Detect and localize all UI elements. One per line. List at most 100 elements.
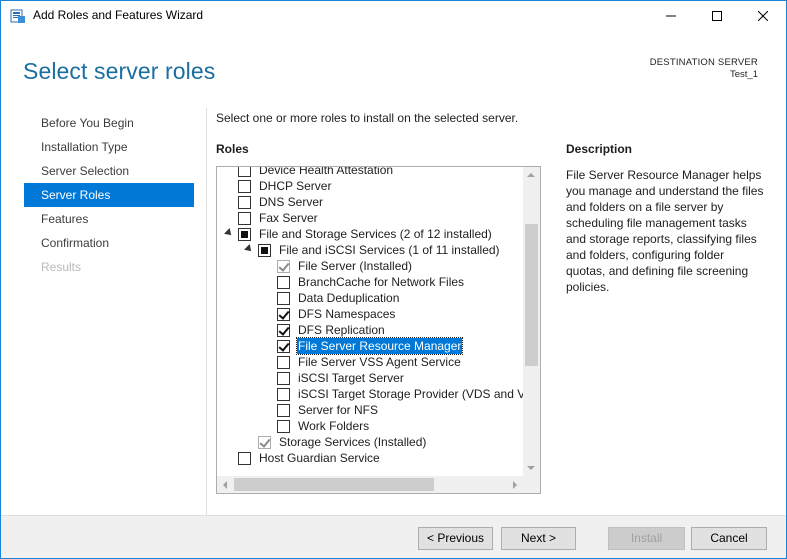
role-label: iSCSI Target Storage Provider (VDS and V… [298, 387, 523, 401]
role-checkbox[interactable] [277, 308, 290, 321]
maximize-button[interactable] [694, 1, 740, 31]
role-label: iSCSI Target Server [298, 371, 404, 385]
window-title: Add Roles and Features Wizard [33, 8, 204, 22]
description-heading: Description [566, 142, 633, 156]
nav-divider [206, 108, 207, 518]
role-checkbox[interactable] [238, 167, 251, 177]
role-row[interactable]: File Server Resource Manager [217, 337, 523, 355]
nav-item-installation-type[interactable]: Installation Type [24, 135, 194, 159]
role-checkbox[interactable] [277, 356, 290, 369]
role-row[interactable]: Work Folders [217, 418, 523, 434]
minimize-icon [666, 15, 676, 17]
role-checkbox[interactable] [238, 196, 251, 209]
role-row[interactable]: File Server VSS Agent Service [217, 354, 523, 370]
role-row[interactable]: Device Health Attestation [217, 166, 523, 178]
previous-button[interactable]: < Previous [418, 527, 493, 550]
role-checkbox [277, 260, 290, 273]
server-manager-icon [10, 8, 26, 24]
destination-server-value: Test_1 [730, 69, 758, 80]
horizontal-scroll-thumb[interactable] [234, 478, 434, 491]
role-checkbox[interactable] [277, 372, 290, 385]
role-label: File and iSCSI Services (1 of 11 install… [279, 243, 500, 257]
scrollbar-corner [523, 476, 540, 493]
horizontal-scrollbar[interactable] [217, 476, 523, 493]
cancel-button[interactable]: Cancel [691, 527, 767, 550]
role-label: Device Health Attestation [259, 166, 394, 177]
role-checkbox[interactable] [277, 388, 290, 401]
role-label: BranchCache for Network Files [298, 275, 465, 289]
nav-item-results: Results [41, 260, 82, 274]
scroll-up-icon[interactable] [527, 173, 535, 177]
next-button[interactable]: Next > [501, 527, 576, 550]
wizard-header: Select server roles DESTINATION SERVER T… [1, 31, 786, 101]
role-checkbox[interactable] [258, 244, 271, 257]
scroll-down-icon[interactable] [527, 466, 535, 470]
expander-icon[interactable] [224, 228, 234, 238]
role-row[interactable]: File Server (Installed) [217, 258, 523, 274]
vertical-scrollbar[interactable] [523, 167, 540, 476]
description-text: File Server Resource Manager helps you m… [566, 168, 764, 294]
nav-item-server-selection[interactable]: Server Selection [24, 159, 194, 183]
role-checkbox [258, 436, 271, 449]
nav-item-confirmation[interactable]: Confirmation [24, 231, 194, 255]
expander-icon[interactable] [244, 244, 254, 254]
nav-item-features[interactable]: Features [24, 207, 194, 231]
role-row[interactable]: Host Guardian Service [217, 450, 523, 466]
role-row[interactable]: Fax Server [217, 210, 523, 226]
role-row[interactable]: File and Storage Services (2 of 12 insta… [217, 226, 523, 242]
role-row[interactable]: Data Deduplication [217, 290, 523, 306]
role-label: Server for NFS [298, 403, 379, 417]
roles-tree-list: Device Health Attestation DHCP Server DNS … [217, 166, 523, 476]
role-checkbox[interactable] [238, 212, 251, 225]
role-row[interactable]: DHCP Server [217, 178, 523, 194]
role-label: DFS Replication [298, 323, 385, 337]
roles-heading: Roles [216, 142, 249, 156]
role-label: File Server Resource Manager [295, 337, 464, 355]
role-label: Work Folders [298, 419, 370, 433]
wizard-window: Add Roles and Features Wizard Select ser… [0, 0, 787, 559]
destination-server-label: DESTINATION SERVER [649, 57, 758, 68]
role-row[interactable]: File and iSCSI Services (1 of 11 install… [217, 242, 523, 258]
role-checkbox[interactable] [277, 324, 290, 337]
role-row[interactable]: iSCSI Target Storage Provider (VDS and V… [217, 386, 523, 402]
role-label: DFS Namespaces [298, 307, 396, 321]
role-checkbox[interactable] [277, 276, 290, 289]
role-checkbox[interactable] [277, 340, 290, 353]
role-row[interactable]: DFS Replication [217, 322, 523, 338]
roles-tree[interactable]: Device Health Attestation DHCP Server DNS … [216, 166, 541, 494]
title-bar: Add Roles and Features Wizard [1, 1, 786, 31]
role-row[interactable]: Storage Services (Installed) [217, 434, 523, 450]
role-checkbox[interactable] [277, 420, 290, 433]
role-checkbox[interactable] [238, 228, 251, 241]
role-label: Data Deduplication [298, 291, 400, 305]
minimize-button[interactable] [648, 1, 694, 31]
role-row[interactable]: iSCSI Target Server [217, 370, 523, 386]
role-row[interactable]: DFS Namespaces [217, 306, 523, 322]
install-button: Install [608, 527, 685, 550]
role-label: File Server VSS Agent Service [298, 355, 461, 369]
role-label: File and Storage Services (2 of 12 insta… [259, 227, 492, 241]
role-row[interactable]: Server for NFS [217, 402, 523, 418]
wizard-footer: < Previous Next > Install Cancel [1, 515, 786, 558]
role-label: Host Guardian Service [259, 451, 380, 465]
role-row[interactable]: BranchCache for Network Files [217, 274, 523, 290]
role-label: Storage Services (Installed) [279, 435, 427, 449]
scroll-left-icon[interactable] [223, 481, 227, 489]
wizard-nav: Before You Begin Installation Type Serve… [24, 111, 194, 279]
role-label: File Server (Installed) [298, 259, 413, 273]
page-title: Select server roles [23, 58, 216, 84]
role-label: DNS Server [259, 195, 324, 209]
role-checkbox[interactable] [238, 452, 251, 465]
role-row[interactable]: DNS Server [217, 194, 523, 210]
nav-item-server-roles[interactable]: Server Roles [24, 183, 194, 207]
role-checkbox[interactable] [238, 180, 251, 193]
role-checkbox[interactable] [277, 292, 290, 305]
close-icon [758, 11, 768, 21]
role-checkbox[interactable] [277, 404, 290, 417]
scroll-right-icon[interactable] [513, 481, 517, 489]
close-button[interactable] [740, 1, 786, 31]
vertical-scroll-thumb[interactable] [525, 224, 538, 366]
maximize-icon [712, 11, 722, 21]
nav-item-before-you-begin[interactable]: Before You Begin [24, 111, 194, 135]
role-label: Fax Server [259, 211, 318, 225]
